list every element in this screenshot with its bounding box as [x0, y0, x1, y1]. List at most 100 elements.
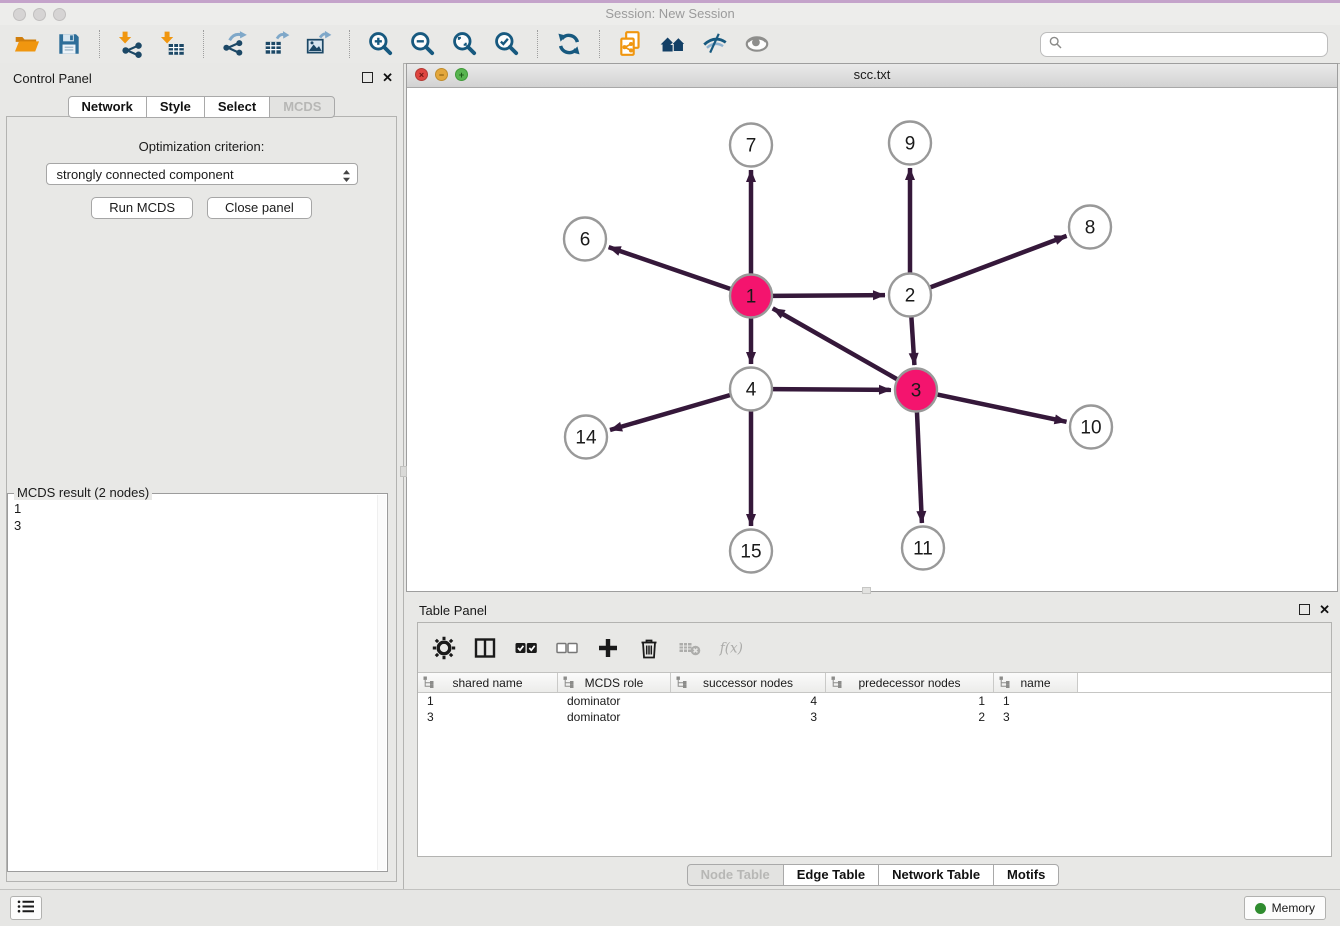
open-session-icon[interactable]: [12, 29, 42, 59]
style-eye-icon[interactable]: [700, 29, 730, 59]
status-bar: Memory: [0, 889, 1340, 926]
edge-4-3[interactable]: [773, 389, 891, 390]
window-controls: [13, 8, 66, 21]
search-box[interactable]: [1040, 32, 1328, 57]
edge-2-3[interactable]: [911, 317, 914, 365]
tab-motifs[interactable]: Motifs: [993, 864, 1059, 886]
network-window-minimize-button[interactable]: −: [435, 68, 448, 81]
node-14[interactable]: 14: [565, 416, 607, 459]
eye-icon[interactable]: [742, 29, 772, 59]
tab-mcds[interactable]: MCDS: [269, 96, 335, 118]
memory-button[interactable]: Memory: [1244, 896, 1326, 920]
node-15[interactable]: 15: [730, 530, 772, 573]
houses-icon[interactable]: [658, 29, 688, 59]
node-8[interactable]: 8: [1069, 206, 1111, 249]
svg-text:15: 15: [740, 542, 761, 563]
network-window-maximize-button[interactable]: +: [455, 68, 468, 81]
node-6[interactable]: 6: [564, 218, 606, 261]
column-header-shared-name[interactable]: shared name: [418, 673, 558, 692]
table-panel: Table Panel ✕ f(x) shared nameMCDS roles…: [406, 595, 1340, 890]
split-pane-divider[interactable]: [400, 466, 407, 477]
edge-1-6[interactable]: [609, 247, 731, 289]
node-11[interactable]: 11: [902, 527, 944, 570]
network-graph-svg: 1 2 3 4 6 7 8 9 10 11 14 15: [407, 87, 1337, 591]
criterion-select[interactable]: strongly connected component: [46, 163, 358, 185]
tab-network[interactable]: Network: [68, 96, 147, 118]
save-session-icon[interactable]: [54, 29, 84, 59]
column-header-MCDS-role[interactable]: MCDS role: [558, 673, 671, 692]
table-toolbar: f(x): [418, 623, 1331, 672]
import-network-icon[interactable]: [116, 29, 146, 59]
refresh-icon[interactable]: [554, 29, 584, 59]
tab-style[interactable]: Style: [146, 96, 205, 118]
network-window-title: scc.txt: [407, 64, 1337, 85]
run-mcds-button[interactable]: Run MCDS: [91, 197, 193, 219]
column-flow-icon: [676, 676, 687, 691]
node-4[interactable]: 4: [730, 368, 772, 411]
edge-3-11[interactable]: [917, 412, 922, 523]
node-9[interactable]: 9: [889, 122, 931, 165]
trash-icon[interactable]: [637, 636, 661, 660]
float-panel-icon[interactable]: [1299, 604, 1310, 615]
node-3[interactable]: 3: [895, 369, 937, 412]
add-column-icon[interactable]: [596, 636, 620, 660]
export-table-icon[interactable]: [262, 29, 292, 59]
settings-gear-icon[interactable]: [432, 636, 456, 660]
node-10[interactable]: 10: [1070, 406, 1112, 449]
window-close-button[interactable]: [13, 8, 26, 21]
column-header-name[interactable]: name: [994, 673, 1078, 692]
column-flow-icon: [423, 676, 434, 691]
close-panel-button[interactable]: Close panel: [207, 197, 312, 219]
node-2[interactable]: 2: [889, 274, 931, 317]
zoom-out-icon[interactable]: [408, 29, 438, 59]
table-row[interactable]: 1dominator411: [418, 693, 1331, 709]
table-cell: 1: [826, 694, 994, 708]
clone-network-icon[interactable]: [616, 29, 646, 59]
edge-2-8[interactable]: [931, 236, 1067, 287]
edge-3-1[interactable]: [773, 308, 897, 379]
horizontal-split-handle[interactable]: [862, 587, 871, 594]
edge-3-10[interactable]: [938, 395, 1067, 422]
column-header-predecessor-nodes[interactable]: predecessor nodes: [826, 673, 994, 692]
window-title: Session: New Session: [0, 3, 1340, 24]
export-network-icon[interactable]: [220, 29, 250, 59]
tab-node-table[interactable]: Node Table: [687, 864, 784, 886]
zoom-fit-icon[interactable]: [450, 29, 480, 59]
network-view-window: ×−+ scc.txt 1 2 3 4 6 7 8 9 10 11 14 15: [406, 63, 1338, 592]
table-row[interactable]: 3dominator323: [418, 709, 1331, 725]
zoom-in-icon[interactable]: [366, 29, 396, 59]
table-cell: 3: [671, 710, 826, 724]
network-canvas[interactable]: 1 2 3 4 6 7 8 9 10 11 14 15: [407, 87, 1337, 591]
select-all-icon[interactable]: [514, 636, 538, 660]
table-header-row: shared nameMCDS rolesuccessor nodesprede…: [418, 673, 1331, 693]
float-panel-icon[interactable]: [362, 72, 373, 83]
search-input[interactable]: [1067, 33, 1327, 55]
deselect-all-icon[interactable]: [555, 636, 579, 660]
network-window-titlebar[interactable]: ×−+ scc.txt: [407, 64, 1337, 88]
mcds-result-title: MCDS result (2 nodes): [14, 485, 152, 500]
close-panel-icon[interactable]: ✕: [382, 72, 393, 83]
node-7[interactable]: 7: [730, 124, 772, 167]
svg-text:6: 6: [580, 230, 591, 251]
edge-4-14[interactable]: [610, 395, 730, 430]
window-zoom-button[interactable]: [53, 8, 66, 21]
node-1[interactable]: 1: [730, 275, 772, 318]
window-minimize-button[interactable]: [33, 8, 46, 21]
main-toolbar: [0, 25, 1340, 64]
tab-select[interactable]: Select: [204, 96, 270, 118]
tab-network-table[interactable]: Network Table: [878, 864, 994, 886]
edge-1-2[interactable]: [773, 295, 885, 296]
close-panel-icon[interactable]: ✕: [1319, 604, 1330, 615]
column-header-successor-nodes[interactable]: successor nodes: [671, 673, 826, 692]
svg-text:14: 14: [575, 428, 597, 449]
import-table-icon[interactable]: [158, 29, 188, 59]
result-scrollbar[interactable]: [377, 495, 386, 870]
zoom-selected-icon[interactable]: [492, 29, 522, 59]
table-panel-buttons: ✕: [1299, 604, 1330, 615]
split-columns-icon[interactable]: [473, 636, 497, 660]
network-window-close-button[interactable]: ×: [415, 68, 428, 81]
table-panel-tabs: Node TableEdge TableNetwork TableMotifs: [406, 864, 1340, 886]
export-image-icon[interactable]: [304, 29, 334, 59]
task-history-button[interactable]: [10, 896, 42, 920]
tab-edge-table[interactable]: Edge Table: [783, 864, 879, 886]
